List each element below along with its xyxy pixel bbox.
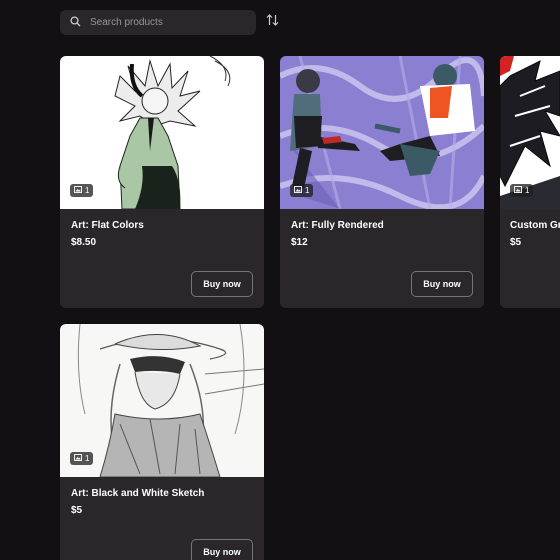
- product-image[interactable]: 1: [500, 56, 560, 209]
- product-title[interactable]: Art: Fully Rendered: [291, 220, 384, 231]
- image-count: 1: [525, 186, 530, 195]
- sort-button[interactable]: [265, 14, 279, 31]
- image-icon: [294, 186, 302, 195]
- image-count-badge: 1: [510, 184, 534, 197]
- product-price: $5: [510, 237, 522, 248]
- image-count-badge: 1: [290, 184, 314, 197]
- image-icon: [74, 186, 82, 195]
- product-image[interactable]: 1: [60, 56, 264, 209]
- image-count-badge: 1: [70, 452, 94, 465]
- product-price: $8.50: [71, 237, 97, 248]
- product-title[interactable]: Custom Gr: [510, 220, 560, 231]
- buy-now-button[interactable]: Buy now: [411, 271, 473, 297]
- image-count-badge: 1: [70, 184, 94, 197]
- product-image[interactable]: 1: [60, 324, 264, 477]
- product-price: $12: [291, 237, 308, 248]
- image-count: 1: [305, 186, 310, 195]
- product-price: $5: [71, 505, 83, 516]
- product-card[interactable]: 1 Art: Fully Rendered $12 Buy now: [280, 56, 484, 308]
- search-input[interactable]: [90, 17, 250, 28]
- sort-icon: [266, 13, 279, 32]
- product-card[interactable]: 1 Art: Black and White Sketch $5 Buy now: [60, 324, 264, 560]
- product-image[interactable]: 1: [280, 56, 484, 209]
- buy-now-button[interactable]: Buy now: [191, 271, 253, 297]
- product-card[interactable]: 1 Custom Gr $5: [500, 56, 560, 308]
- image-count: 1: [85, 186, 90, 195]
- search-icon: [70, 14, 81, 32]
- image-count: 1: [85, 454, 90, 463]
- product-title[interactable]: Art: Black and White Sketch: [71, 488, 204, 499]
- image-icon: [74, 454, 82, 463]
- buy-now-button[interactable]: Buy now: [191, 539, 253, 560]
- product-card[interactable]: 1 Art: Flat Colors $8.50 Buy now: [60, 56, 264, 308]
- search-bar[interactable]: [60, 10, 256, 35]
- image-icon: [514, 186, 522, 195]
- product-title[interactable]: Art: Flat Colors: [71, 220, 144, 231]
